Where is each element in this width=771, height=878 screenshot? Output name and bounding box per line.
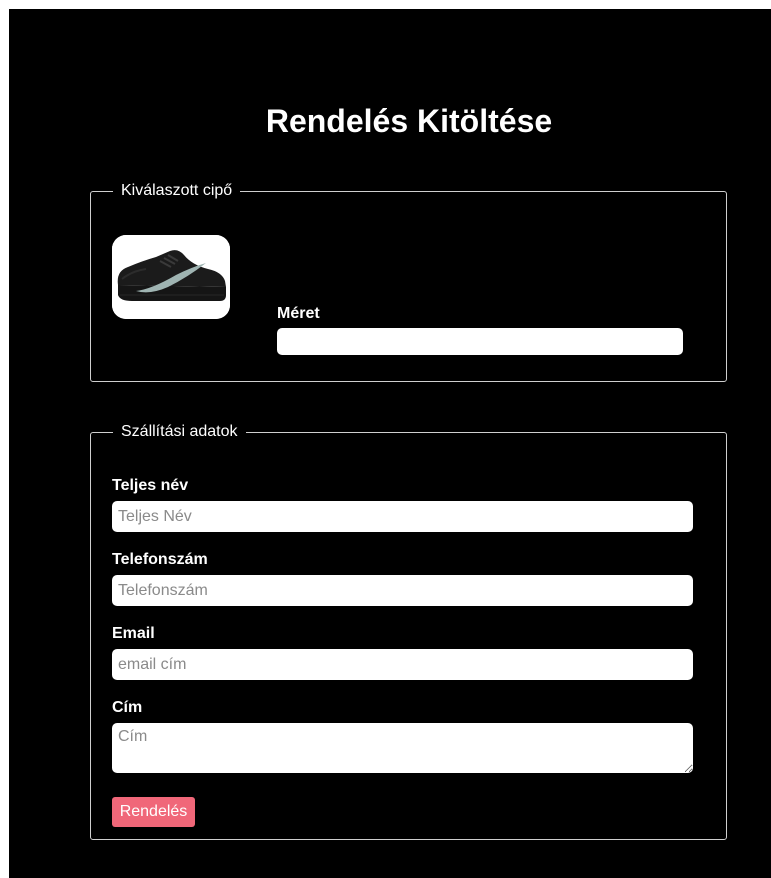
address-label: Cím: [112, 699, 143, 716]
address-textarea[interactable]: [112, 723, 693, 773]
order-button[interactable]: Rendelés: [112, 797, 195, 827]
shipping-fieldset: Szállítási adatok Teljes név Telefonszám…: [90, 423, 727, 840]
selected-shoe-fieldset: Kiválaszott cipő Méret: [90, 182, 727, 382]
phone-input[interactable]: [112, 575, 693, 606]
email-label: Email: [112, 625, 155, 642]
phone-label: Telefonszám: [112, 551, 208, 568]
size-input[interactable]: [277, 328, 683, 355]
shipping-legend: Szállítási adatok: [121, 423, 238, 440]
sneaker-icon: [112, 235, 230, 319]
shoe-image: [112, 235, 230, 319]
page-title: Rendelés Kitöltése: [265, 103, 553, 139]
full-name-input[interactable]: [112, 501, 693, 532]
order-page: Rendelés Kitöltése Kiválaszott cipő Mére…: [9, 9, 771, 878]
size-label: Méret: [277, 305, 320, 322]
email-input[interactable]: [112, 649, 693, 680]
full-name-label: Teljes név: [112, 477, 189, 494]
selected-shoe-legend: Kiválaszott cipő: [121, 182, 233, 199]
